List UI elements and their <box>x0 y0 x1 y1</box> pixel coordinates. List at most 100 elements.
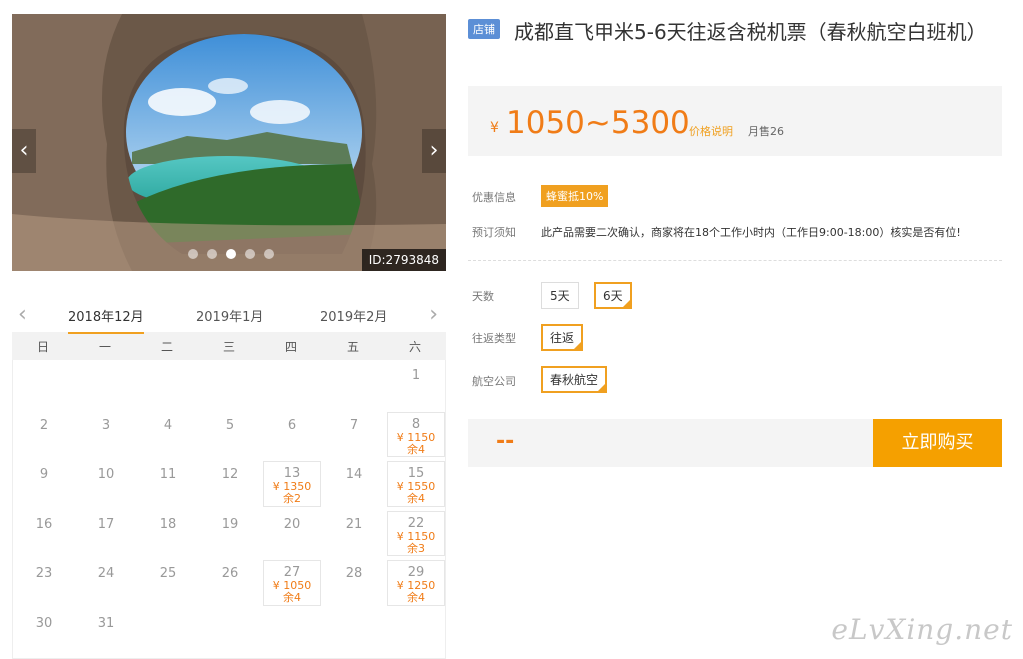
purchase-bar: -- 立即购买 <box>468 419 1002 467</box>
calendar-next-icon[interactable]: › <box>429 302 438 327</box>
weekday-label: 二 <box>160 339 173 354</box>
day-number: 7 <box>349 417 359 433</box>
calendar-day-available[interactable]: 13 ¥ 1350 余2 <box>263 461 321 507</box>
calendar-day: 14 <box>323 459 385 509</box>
day-remaining: 余4 <box>283 591 301 605</box>
calendar-grid: 1 2 3 4 5 6 7 8 ¥ 1150 余4 9 10 11 12 13 ¥ 1350 余2 14 15 ¥ 1… <box>12 360 446 659</box>
trip-type-label: 往返类型 <box>472 332 516 345</box>
day-price: ¥ 1150 <box>396 529 436 543</box>
calendar-day: 4 <box>137 410 199 460</box>
calendar-day: 28 <box>323 558 385 608</box>
day-number: 20 <box>283 516 301 532</box>
calendar-day: 20 <box>261 509 323 559</box>
day-remaining: 余4 <box>407 591 425 605</box>
day-price: ¥ 1150 <box>396 430 436 444</box>
promo-badge: 蜂蜜抵10% <box>541 185 609 207</box>
image-id-label: ID:2793848 <box>361 249 446 271</box>
days-label: 天数 <box>472 290 494 303</box>
day-number: 16 <box>35 516 53 532</box>
calendar-day: 12 <box>199 459 261 509</box>
day-number: 8 <box>411 416 421 432</box>
weekday-label: 三 <box>222 339 235 354</box>
calendar-empty-cell <box>199 360 261 410</box>
calendar-day: 3 <box>75 410 137 460</box>
day-number: 22 <box>407 515 425 531</box>
monthly-sales: 月售26 <box>748 125 784 138</box>
calendar-day: 31 <box>75 608 137 658</box>
day-number: 31 <box>97 615 115 631</box>
day-number: 10 <box>97 467 115 483</box>
calendar-day: 2 <box>13 410 75 460</box>
calendar-day: 26 <box>199 558 261 608</box>
gallery-prev-icon[interactable]: ‹ <box>12 129 36 173</box>
gallery-dot[interactable] <box>264 249 274 259</box>
day-number: 6 <box>287 417 297 433</box>
calendar-day-available[interactable]: 27 ¥ 1050 余4 <box>263 560 321 606</box>
day-number: 30 <box>35 615 53 631</box>
calendar-day: 19 <box>199 509 261 559</box>
calendar-day-available[interactable]: 22 ¥ 1150 余3 <box>387 510 445 557</box>
gallery-dot[interactable] <box>226 249 236 259</box>
shop-badge: 店铺 <box>468 19 500 39</box>
day-remaining: 余4 <box>407 442 425 456</box>
day-number: 29 <box>407 565 425 581</box>
calendar-day: 10 <box>75 459 137 509</box>
weekday-label: 五 <box>346 339 359 354</box>
gallery-dot[interactable] <box>245 249 255 259</box>
calendar-day: 17 <box>75 509 137 559</box>
calendar-empty-cell <box>13 360 75 410</box>
trip-option-roundtrip[interactable]: 往返 <box>541 324 584 351</box>
month-tab-feb-2019[interactable]: 2019年2月 <box>320 306 387 325</box>
gallery-dot[interactable] <box>188 249 198 259</box>
weekday-label: 六 <box>408 339 421 354</box>
gallery-next-icon[interactable]: › <box>422 129 446 173</box>
day-number: 17 <box>97 516 115 532</box>
calendar-day: 23 <box>13 558 75 608</box>
price-range: 1050~5300 <box>506 105 690 141</box>
weekday-label: 四 <box>284 339 297 354</box>
calendar-day: 18 <box>137 509 199 559</box>
calendar-day: 30 <box>13 608 75 658</box>
day-number: 12 <box>221 467 239 483</box>
day-number: 4 <box>163 417 173 433</box>
calendar-prev-icon[interactable]: ‹ <box>18 302 27 327</box>
month-tab-jan-2019[interactable]: 2019年1月 <box>196 306 263 325</box>
buy-now-button[interactable]: 立即购买 <box>873 419 1002 467</box>
gallery-dot[interactable] <box>207 249 217 259</box>
calendar-header: ‹ 2018年12月 2019年1月 2019年2月 › <box>12 296 446 334</box>
days-option-5[interactable]: 5天 <box>541 282 579 309</box>
day-number: 14 <box>345 467 363 483</box>
day-remaining: 余2 <box>283 492 301 506</box>
calendar-empty-cell <box>75 360 137 410</box>
calendar-day-available[interactable]: 8 ¥ 1150 余4 <box>387 411 445 458</box>
price-box: ¥ 1050~5300 价格说明 月售26 <box>468 86 1002 156</box>
day-number: 25 <box>159 566 177 582</box>
day-number: 28 <box>345 566 363 582</box>
day-number: 15 <box>407 466 425 482</box>
day-number: 26 <box>221 566 239 582</box>
total-price: -- <box>496 429 515 454</box>
currency-symbol: ¥ <box>490 120 499 136</box>
weekday-label: 日 <box>36 339 49 354</box>
calendar-day-available[interactable]: 15 ¥ 1550 余4 <box>387 461 445 507</box>
calendar-day-available[interactable]: 29 ¥ 1250 余4 <box>387 560 445 606</box>
airline-option-spring[interactable]: 春秋航空 <box>541 366 608 393</box>
promo-label: 优惠信息 <box>472 191 516 204</box>
calendar-day: 9 <box>13 459 75 509</box>
calendar-empty-cell <box>261 360 323 410</box>
calendar-day: 25 <box>137 558 199 608</box>
day-number: 21 <box>345 516 363 532</box>
weekday-label: 一 <box>98 339 111 354</box>
day-number: 3 <box>101 417 111 433</box>
calendar-day: 21 <box>323 509 385 559</box>
calendar-empty-cell <box>323 360 385 410</box>
divider <box>468 260 1002 261</box>
month-tab-dec-2018[interactable]: 2018年12月 <box>68 306 144 334</box>
days-option-6[interactable]: 6天 <box>594 282 632 309</box>
day-remaining: 余4 <box>407 492 425 506</box>
notice-label: 预订须知 <box>472 226 516 239</box>
price-note-link[interactable]: 价格说明 <box>689 123 733 139</box>
day-number: 2 <box>39 417 49 433</box>
day-number: 24 <box>97 566 115 582</box>
calendar-day: 11 <box>137 459 199 509</box>
